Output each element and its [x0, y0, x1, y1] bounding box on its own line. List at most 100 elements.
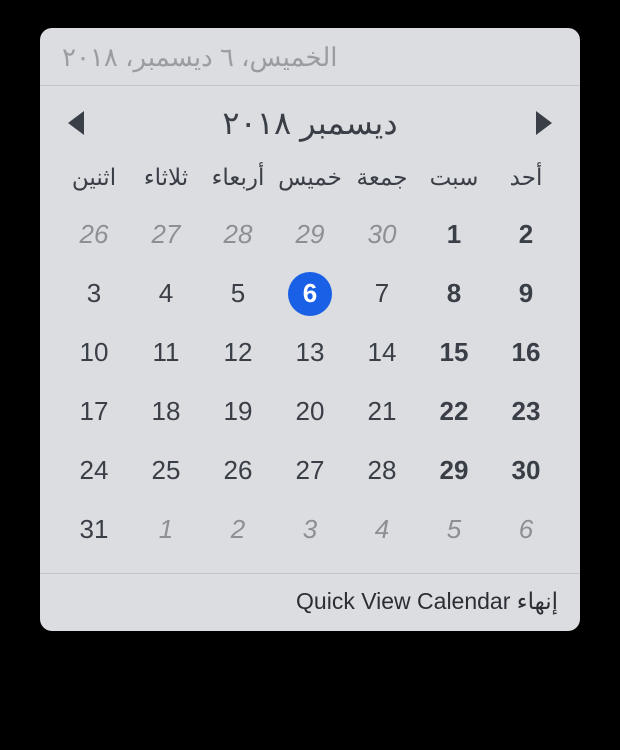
day-number: 26 [80, 219, 109, 249]
day-cell[interactable]: 22 [418, 384, 490, 439]
day-number: 24 [80, 455, 109, 485]
day-cell[interactable]: 31 [58, 502, 130, 557]
next-month-icon[interactable] [536, 111, 552, 135]
day-number: 18 [152, 396, 181, 426]
weekday-label: ثلاثاء [130, 156, 202, 199]
day-number: 31 [80, 514, 109, 544]
day-cell[interactable]: 15 [418, 325, 490, 380]
day-number: 6 [519, 514, 533, 544]
day-cell[interactable]: 3 [274, 502, 346, 557]
day-number: 28 [224, 219, 253, 249]
day-cell[interactable]: 28 [202, 207, 274, 262]
day-cell[interactable]: 29 [274, 207, 346, 262]
day-cell[interactable]: 4 [130, 266, 202, 321]
day-number: 13 [296, 337, 325, 367]
day-cell[interactable]: 19 [202, 384, 274, 439]
day-number: 17 [80, 396, 109, 426]
day-cell[interactable]: 6 [490, 502, 562, 557]
day-cell[interactable]: 4 [346, 502, 418, 557]
current-date-label: الخميس، ٦ ديسمبر، ٢٠١٨ [62, 42, 558, 73]
day-cell[interactable]: 12 [202, 325, 274, 380]
weekday-label: جمعة [346, 156, 418, 199]
day-number: 8 [447, 278, 461, 308]
day-number: 12 [224, 337, 253, 367]
day-cell[interactable]: 11 [130, 325, 202, 380]
day-cell[interactable]: 7 [346, 266, 418, 321]
day-number: 3 [303, 514, 317, 544]
day-number: 29 [296, 219, 325, 249]
day-cell[interactable]: 13 [274, 325, 346, 380]
day-number: 27 [152, 219, 181, 249]
day-cell[interactable]: 1 [418, 207, 490, 262]
day-cell[interactable]: 26 [58, 207, 130, 262]
day-cell[interactable]: 29 [418, 443, 490, 498]
day-number: 22 [440, 396, 469, 426]
day-number: 11 [153, 337, 180, 367]
day-number: 10 [80, 337, 109, 367]
day-cell[interactable]: 2 [490, 207, 562, 262]
day-cell[interactable]: 27 [130, 207, 202, 262]
weekday-label: سبت [418, 156, 490, 199]
day-number: 29 [440, 455, 469, 485]
day-cell[interactable]: 14 [346, 325, 418, 380]
calendar-footer: إنهاء Quick View Calendar [40, 573, 580, 631]
day-cell[interactable]: 23 [490, 384, 562, 439]
day-number: 16 [512, 337, 541, 367]
day-number: 5 [447, 514, 461, 544]
day-number: 1 [447, 219, 461, 249]
day-cell[interactable]: 24 [58, 443, 130, 498]
day-cell[interactable]: 25 [130, 443, 202, 498]
day-number: 5 [231, 278, 245, 308]
calendar-grid: اثنين ثلاثاء أربعاء خميس جمعة سبت أحد 26… [40, 150, 580, 573]
day-number: 6 [303, 278, 317, 308]
month-navigation: ديسمبر ٢٠١٨ [40, 86, 580, 150]
month-year-label: ديسمبر ٢٠١٨ [222, 104, 397, 142]
day-cell[interactable]: 21 [346, 384, 418, 439]
day-number: 20 [296, 396, 325, 426]
day-number: 14 [368, 337, 397, 367]
day-number: 7 [375, 278, 389, 308]
day-cell[interactable]: 2 [202, 502, 274, 557]
day-number: 28 [368, 455, 397, 485]
day-number: 19 [224, 396, 253, 426]
day-number: 9 [519, 278, 533, 308]
day-number: 21 [368, 396, 397, 426]
day-cell[interactable]: 20 [274, 384, 346, 439]
day-number: 30 [512, 455, 541, 485]
day-cell[interactable]: 28 [346, 443, 418, 498]
calendar-header: الخميس، ٦ ديسمبر، ٢٠١٨ [40, 28, 580, 86]
day-cell[interactable]: 18 [130, 384, 202, 439]
weekday-label: خميس [274, 156, 346, 199]
weekday-label: اثنين [58, 156, 130, 199]
day-number: 2 [519, 219, 533, 249]
day-number: 2 [231, 514, 245, 544]
day-cell[interactable]: 16 [490, 325, 562, 380]
day-cell[interactable]: 3 [58, 266, 130, 321]
day-cell[interactable]: 5 [202, 266, 274, 321]
day-number: 4 [375, 514, 389, 544]
weekday-label: أربعاء [202, 156, 274, 199]
prev-month-icon[interactable] [68, 111, 84, 135]
day-cell[interactable]: 9 [490, 266, 562, 321]
weekday-row: اثنين ثلاثاء أربعاء خميس جمعة سبت أحد [58, 156, 562, 199]
day-number: 27 [296, 455, 325, 485]
day-cell[interactable]: 26 [202, 443, 274, 498]
day-cell[interactable]: 30 [490, 443, 562, 498]
day-cell-today[interactable]: 6 [274, 266, 346, 321]
day-number: 15 [440, 337, 469, 367]
calendar-widget: الخميس، ٦ ديسمبر، ٢٠١٨ ديسمبر ٢٠١٨ اثنين… [40, 28, 580, 631]
day-cell[interactable]: 1 [130, 502, 202, 557]
days-grid: 2627282930123456789101112131415161718192… [58, 207, 562, 557]
day-number: 3 [87, 278, 101, 308]
day-number: 4 [159, 278, 173, 308]
day-number: 1 [159, 514, 173, 544]
day-number: 23 [512, 396, 541, 426]
day-cell[interactable]: 10 [58, 325, 130, 380]
day-cell[interactable]: 30 [346, 207, 418, 262]
quit-menu-item[interactable]: إنهاء Quick View Calendar [62, 588, 558, 615]
day-number: 26 [224, 455, 253, 485]
day-cell[interactable]: 17 [58, 384, 130, 439]
day-cell[interactable]: 27 [274, 443, 346, 498]
day-cell[interactable]: 5 [418, 502, 490, 557]
day-cell[interactable]: 8 [418, 266, 490, 321]
